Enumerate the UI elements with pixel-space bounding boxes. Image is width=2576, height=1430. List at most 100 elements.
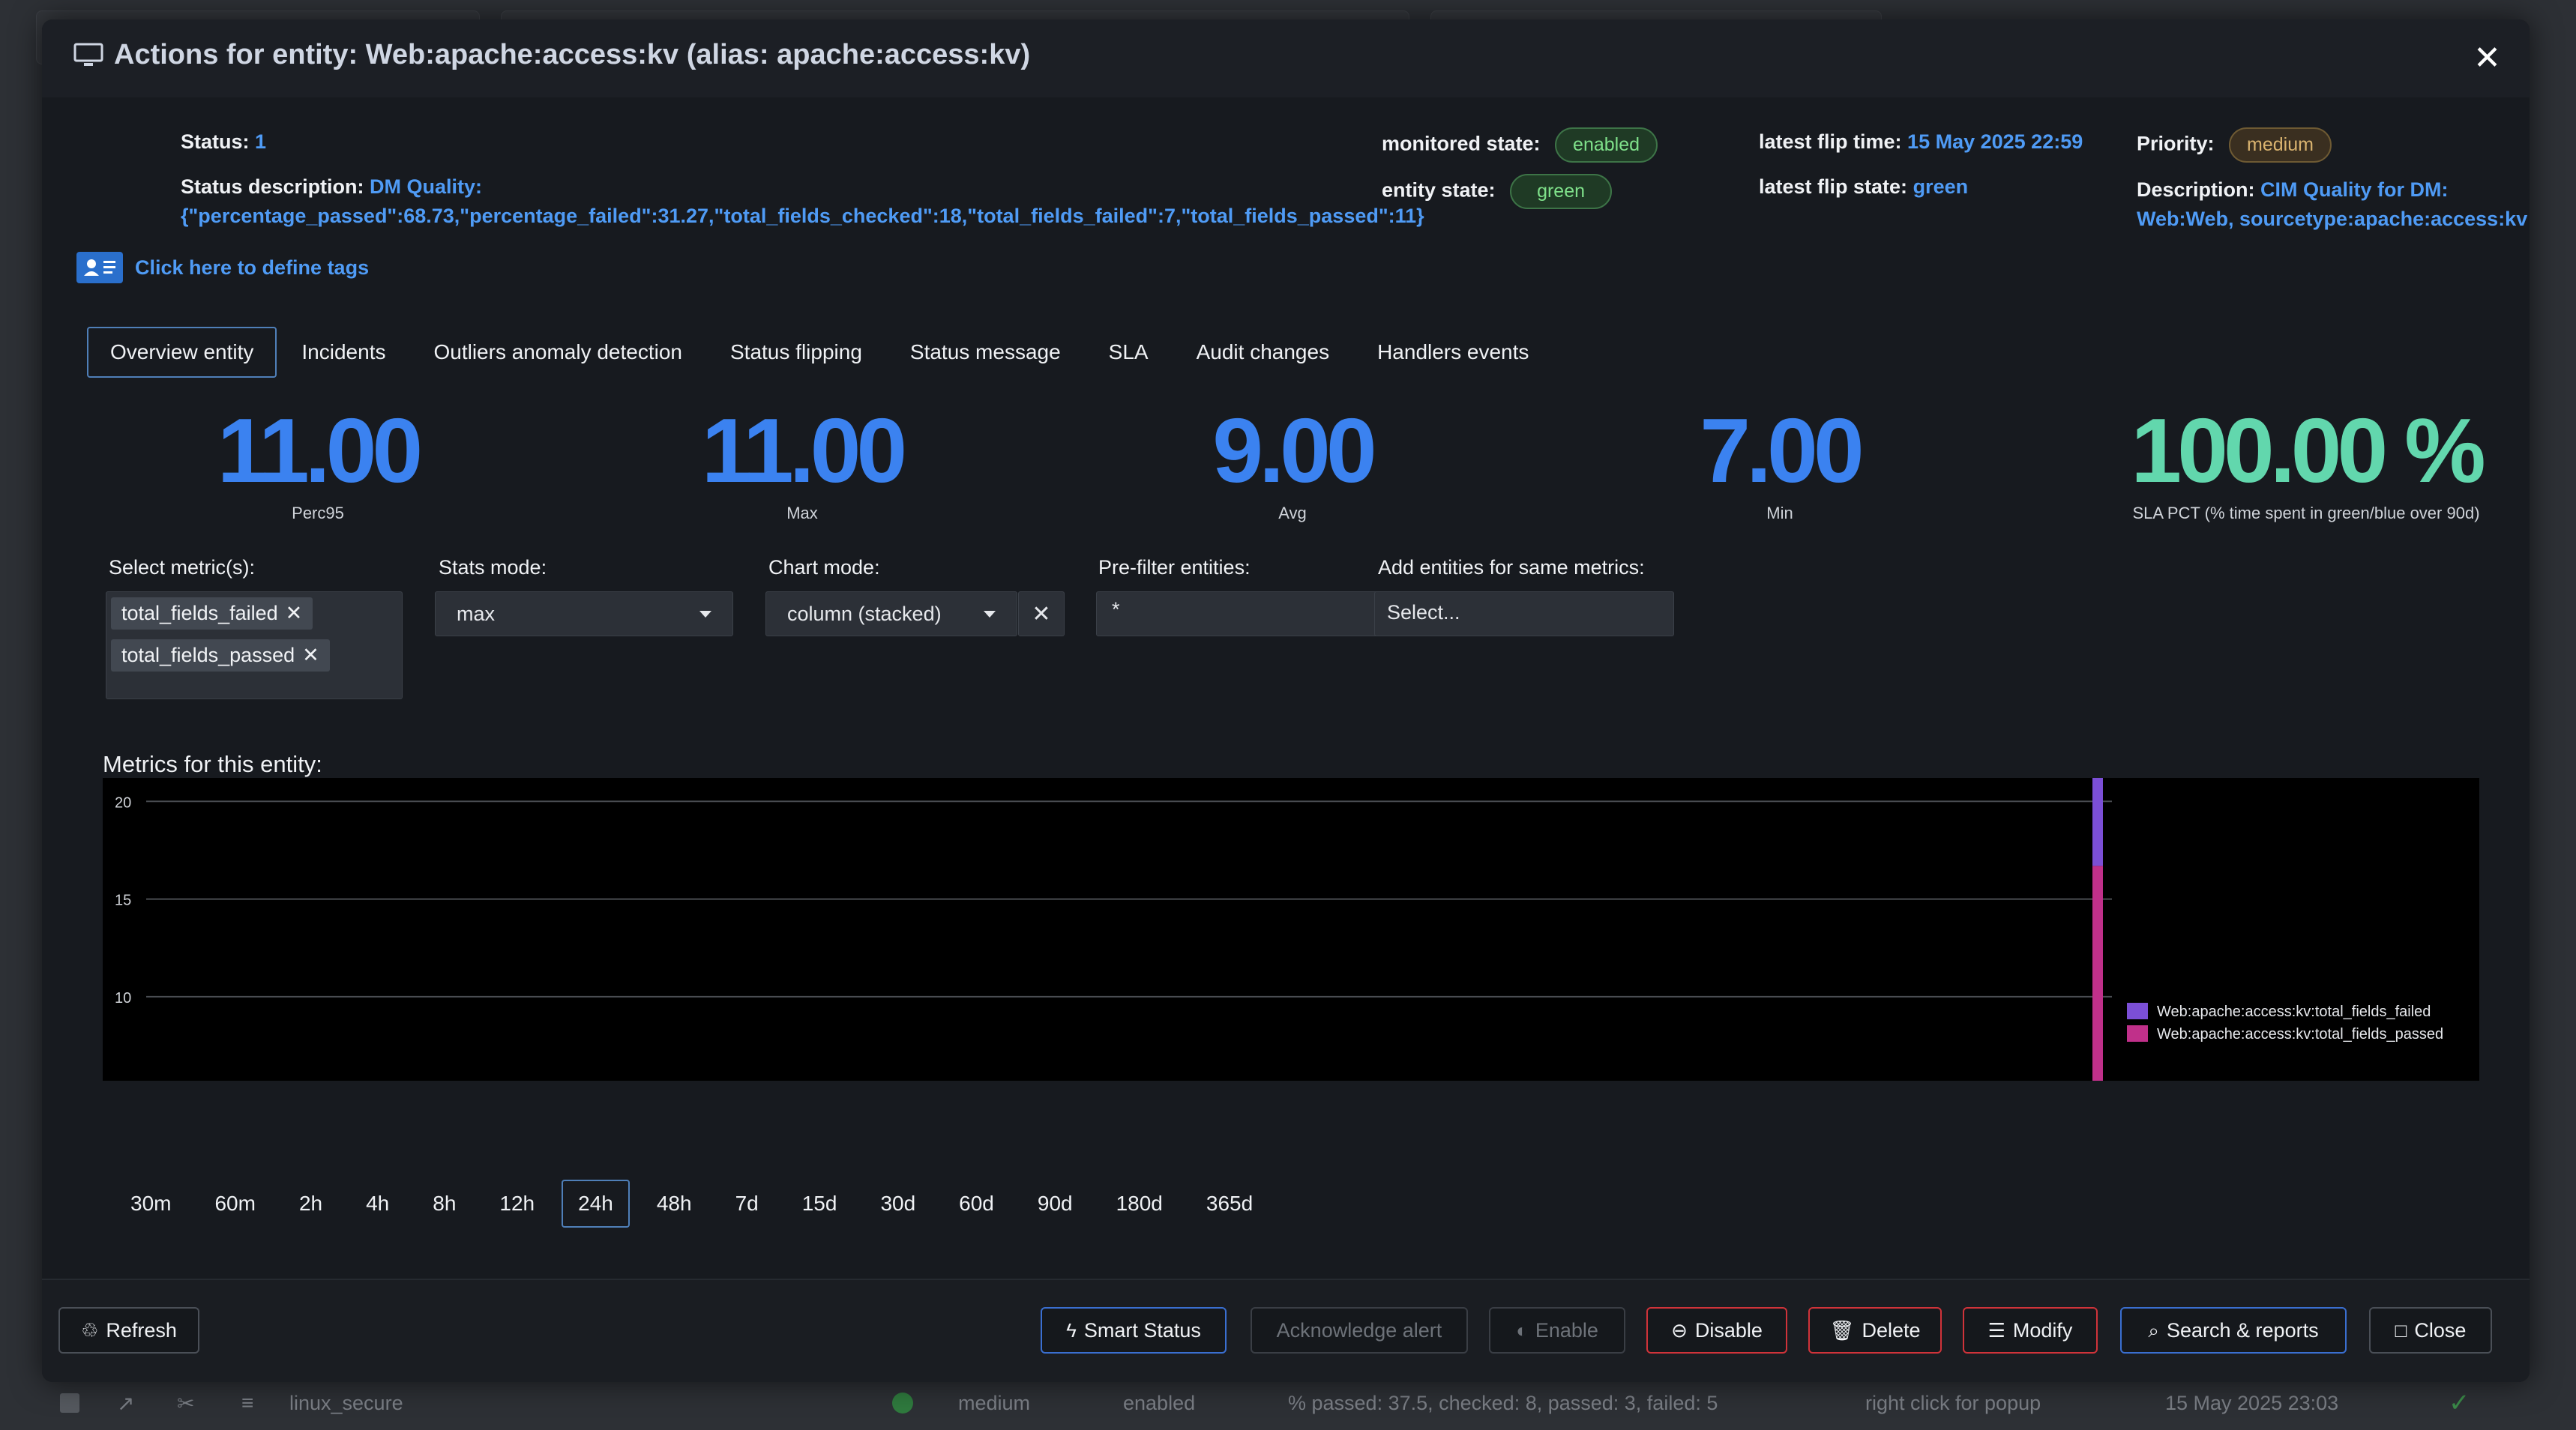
status-value: 1 — [255, 130, 267, 153]
time-range-2h[interactable]: 2h — [283, 1180, 339, 1228]
time-range-60d[interactable]: 60d — [942, 1180, 1011, 1228]
remove-icon[interactable]: ✕ — [286, 602, 303, 625]
stats-mode-value: max — [457, 602, 496, 625]
chevron-down-icon — [699, 610, 711, 618]
status-desc-json: {"percentage_passed":68.73,"percentage_f… — [181, 205, 1424, 228]
tab-sla[interactable]: SLA — [1086, 327, 1172, 378]
tab-audit-changes[interactable]: Audit changes — [1173, 327, 1352, 378]
modal-title: Actions for entity: Web:apache:access:kv… — [114, 39, 1031, 70]
flip-time-label: latest flip time: — [1759, 130, 1902, 153]
metrics-title: Metrics for this entity: — [103, 751, 322, 777]
metrics-label: Select metric(s): — [109, 556, 256, 579]
time-range-30d[interactable]: 30d — [864, 1180, 932, 1228]
tab-outliers[interactable]: Outliers anomaly detection — [410, 327, 705, 378]
monitored-state-line: monitored state: enabled — [1382, 127, 1658, 163]
flip-state-line: latest flip state: green — [1759, 175, 1968, 199]
toggle-off-icon: ⊖ — [1671, 1319, 1688, 1342]
delete-button[interactable]: 🗑 Delete — [1808, 1307, 1942, 1354]
external-link-icon[interactable]: ↗ — [117, 1391, 134, 1416]
toggle-icon: ◐ — [1516, 1319, 1528, 1342]
time-range-30m[interactable]: 30m — [114, 1180, 187, 1228]
metrics-chart: 20 15 10 Web:apache:access:kv:total_fields_… — [103, 778, 2479, 1081]
time-range-15d[interactable]: 15d — [786, 1180, 854, 1228]
legend-label: Web:apache:access:kv:total_fields_failed — [2157, 1004, 2431, 1020]
metric-chip-failed-label: total_fields_failed — [121, 602, 278, 624]
prefilter-input[interactable]: * — [1096, 591, 1388, 636]
database-icon: ≡ — [241, 1391, 254, 1414]
define-tags-link[interactable]: Click here to define tags — [76, 252, 369, 283]
close-icon[interactable]: ✕ — [2473, 42, 2501, 75]
time-range-24h[interactable]: 24h — [562, 1180, 630, 1228]
metrics-chart-svg: 20 15 10 Web:apache:access:kv:total_fields_… — [115, 778, 2443, 1081]
chart-mode-clear-button[interactable]: ✕ — [1018, 591, 1065, 636]
tab-status-message[interactable]: Status message — [887, 327, 1084, 378]
flip-state-value: green — [1913, 175, 1969, 198]
bolt-icon: ϟ — [1066, 1319, 1077, 1342]
description-value-1: CIM Quality for DM: — [2260, 178, 2449, 201]
tab-overview-entity[interactable]: Overview entity — [87, 327, 277, 378]
flip-state-label: latest flip state: — [1759, 175, 1908, 198]
modify-label: Modify — [2012, 1318, 2073, 1342]
legend-label: Web:apache:access:kv:total_fields_passed — [2157, 1026, 2443, 1043]
smart-status-button[interactable]: ϟ Smart Status — [1041, 1307, 1227, 1354]
entity-state-line: entity state: green — [1382, 174, 1613, 209]
refresh-label: Refresh — [106, 1318, 177, 1342]
monitored-state-badge: enabled — [1555, 127, 1658, 163]
time-range-4h[interactable]: 4h — [349, 1180, 406, 1228]
chevron-down-icon — [984, 610, 996, 618]
modify-button[interactable]: ☰ Modify — [1963, 1307, 2098, 1354]
tab-handlers-events[interactable]: Handlers events — [1354, 327, 1552, 378]
chart-mode-select[interactable]: column (stacked) — [765, 591, 1017, 636]
entity-state-badge: green — [1510, 174, 1613, 209]
y-tick-label: 20 — [115, 794, 131, 811]
bar-segment-passed[interactable] — [2092, 866, 2103, 1081]
priority-label: Priority: — [2137, 132, 2215, 155]
priority-line: Priority: medium — [2137, 127, 2332, 163]
entity-actions-modal: Actions for entity: Web:apache:access:kv… — [42, 19, 2530, 1382]
time-range-60m[interactable]: 60m — [198, 1180, 271, 1228]
add-entities-placeholder: Select... — [1387, 601, 1460, 624]
enable-button[interactable]: ◐ Enable — [1489, 1307, 1625, 1354]
kpi-min-value: 7.00 — [1700, 399, 1864, 501]
define-tags-label: Click here to define tags — [135, 256, 370, 279]
time-range-365d[interactable]: 365d — [1190, 1180, 1269, 1228]
kpi-sla: 100.00 % SLA PCT (% time spent in green/… — [2044, 402, 2530, 523]
time-range-180d[interactable]: 180d — [1100, 1180, 1179, 1228]
search-reports-label: Search & reports — [2166, 1318, 2319, 1342]
search-reports-button[interactable]: ⌕ Search & reports — [2120, 1307, 2347, 1354]
time-range-48h[interactable]: 48h — [640, 1180, 708, 1228]
remove-icon[interactable]: ✕ — [302, 644, 319, 667]
prefilter-value: * — [1112, 598, 1120, 621]
row-check-icon: ✓ — [2449, 1389, 2470, 1417]
time-range-12h[interactable]: 12h — [483, 1180, 551, 1228]
kpi-avg-value: 9.00 — [1212, 399, 1376, 501]
monitor-icon — [73, 43, 103, 66]
time-range-7d[interactable]: 7d — [719, 1180, 775, 1228]
row-status-dot — [892, 1393, 913, 1414]
bar-segment-failed[interactable] — [2092, 778, 2103, 866]
y-tick-label: 10 — [115, 990, 131, 1007]
kpi-avg: 9.00 Avg — [1150, 402, 1435, 523]
disable-button[interactable]: ⊖ Disable — [1646, 1307, 1787, 1354]
kpi-min: 7.00 Min — [1637, 402, 1922, 523]
row-name: linux_secure — [289, 1391, 403, 1414]
legend-swatch — [2127, 1003, 2148, 1019]
time-range-8h[interactable]: 8h — [416, 1180, 472, 1228]
priority-badge: medium — [2229, 127, 2332, 163]
row-state: enabled — [1123, 1391, 1196, 1414]
tools-icon[interactable]: ✂ — [177, 1391, 194, 1416]
stats-mode-label: Stats mode: — [439, 556, 547, 579]
add-entities-select[interactable]: Select... — [1374, 591, 1674, 636]
legend-swatch — [2127, 1025, 2148, 1042]
tab-incidents[interactable]: Incidents — [278, 327, 409, 378]
disable-label: Disable — [1694, 1318, 1763, 1342]
row-checkbox[interactable] — [60, 1393, 79, 1413]
close-button[interactable]: □ Close — [2369, 1307, 2492, 1354]
refresh-button[interactable]: ♲ Refresh — [58, 1307, 199, 1354]
clear-icon: ✕ — [1032, 601, 1051, 627]
tab-status-flipping[interactable]: Status flipping — [707, 327, 885, 378]
time-range-90d[interactable]: 90d — [1021, 1180, 1089, 1228]
stats-mode-select[interactable]: max — [435, 591, 733, 636]
acknowledge-alert-button[interactable]: Acknowledge alert — [1251, 1307, 1468, 1354]
kpi-perc95: 11.00 Perc95 — [175, 402, 460, 523]
